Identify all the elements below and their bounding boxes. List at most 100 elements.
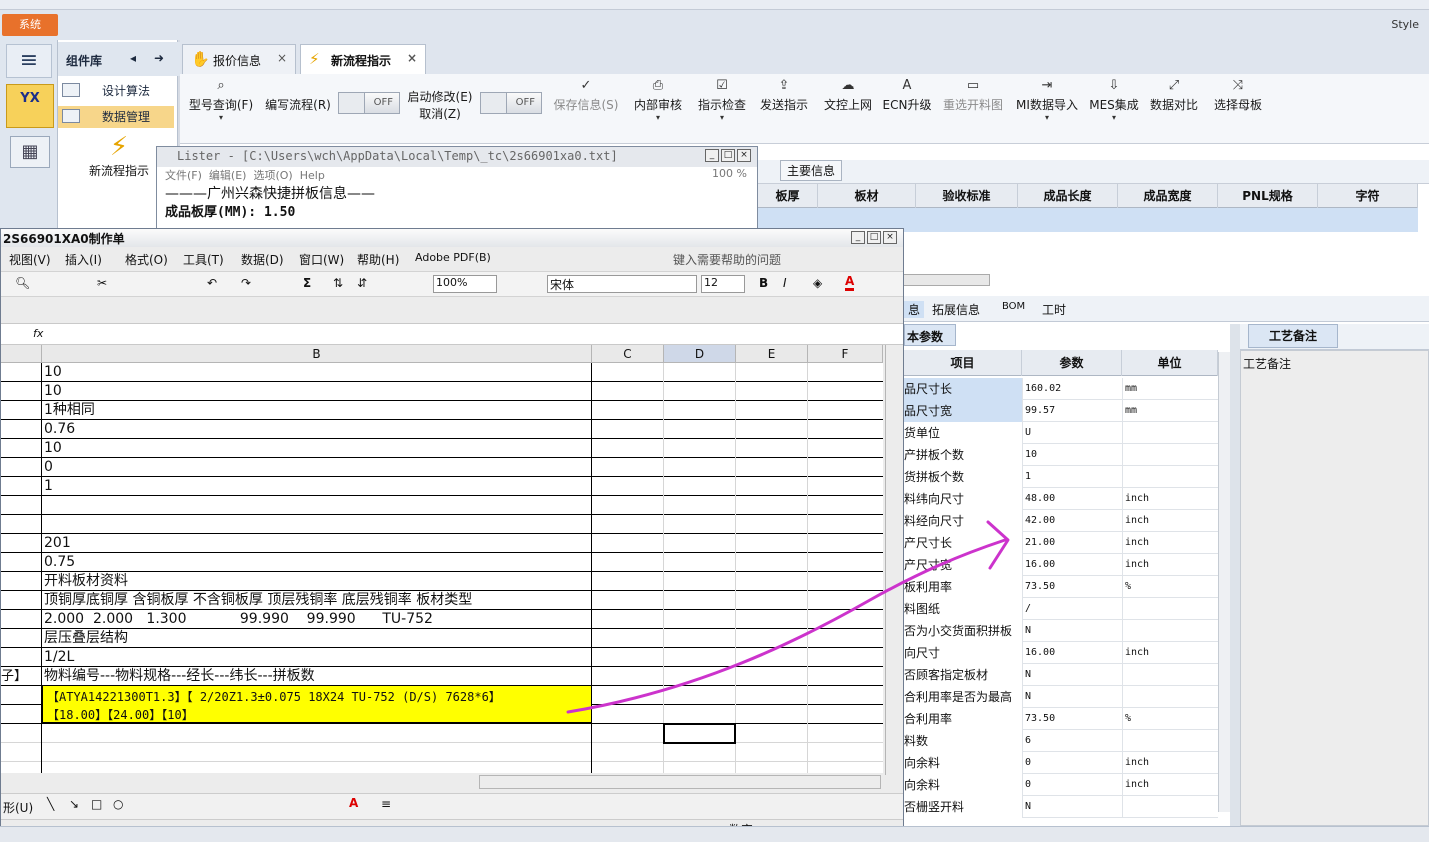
autoshape-menu[interactable]: 形(U) [3,799,33,816]
param-value[interactable]: 10 [1022,444,1122,466]
cell-b[interactable]: 开料板材资料 [42,572,592,591]
tab-quote-info[interactable]: ✋ 报价信息 × [182,44,296,74]
cell-b[interactable]: 201 [42,534,592,553]
column-header[interactable]: 参数 [1022,350,1122,376]
menu-view[interactable]: 视图(V) [9,251,51,268]
column-header-a[interactable] [1,345,42,363]
highlighted-material-cell[interactable]: 【ATYA14221300T1.3】【 2/20Z1.3±0.075 18X24… [42,685,592,723]
cells-c-to-f[interactable] [592,496,883,515]
close-icon[interactable]: × [883,231,897,244]
cell-b[interactable]: 0.76 [42,420,592,439]
print-preview-icon[interactable]: 🔍︎ [15,276,30,290]
cell-b[interactable]: 2.000 2.000 1.300 99.990 99.990 TU-752 [42,610,592,629]
param-unit[interactable] [1122,466,1218,488]
undo-icon[interactable]: ↶ [207,276,217,290]
param-unit[interactable]: inch [1122,488,1218,510]
cell-b[interactable]: 层压叠层结构 [42,629,592,648]
param-item[interactable]: 否栅竖开料 [904,796,1022,818]
main-info-label[interactable]: 主要信息 [780,160,843,181]
cells-c-to-f[interactable] [592,724,883,743]
cells-c-to-f[interactable] [592,477,883,496]
cells-c-to-f[interactable] [592,458,883,477]
param-item[interactable]: 向尺寸 [904,642,1022,664]
basic-params-tab[interactable]: 本参数 [904,324,956,346]
cells-c-to-f[interactable] [592,553,883,572]
param-unit[interactable]: % [1122,576,1218,598]
cell-a[interactable] [1,477,42,496]
param-unit[interactable] [1122,686,1218,708]
param-row[interactable]: 向尺寸 16.00 inch [904,642,1218,664]
column-header[interactable]: 字符 [1318,184,1418,208]
param-row[interactable]: 否栅竖开料 N [904,796,1218,818]
menu-window[interactable]: 窗口(W) [299,251,344,268]
param-item[interactable]: 向余料 [904,752,1022,774]
cell-a[interactable] [1,363,42,382]
cell-a[interactable] [1,591,42,610]
cells-c-to-f[interactable] [592,648,883,667]
param-row[interactable]: 向余料 0 inch [904,752,1218,774]
minimize-icon[interactable]: _ [705,149,719,162]
param-value[interactable]: 160.02 [1022,378,1122,400]
param-value[interactable]: 42.00 [1022,510,1122,532]
mi-import-button[interactable]: ⇥ MI数据导入 ▾ [1014,78,1080,131]
cell-a[interactable] [1,572,42,591]
cells-c-to-f[interactable] [592,401,883,420]
param-row[interactable]: 产尺寸长 21.00 inch [904,532,1218,554]
param-item[interactable]: 料图纸 [904,598,1022,620]
cells-c-to-f[interactable] [592,515,883,534]
param-value[interactable]: / [1022,598,1122,620]
cell-b[interactable] [42,496,592,515]
cell-a[interactable] [1,401,42,420]
font-select[interactable]: 宋体 [547,275,697,293]
param-item[interactable]: 产尺寸长 [904,532,1022,554]
param-unit[interactable]: inch [1122,554,1218,576]
param-item[interactable]: 品尺寸长 [904,378,1022,400]
cell-b[interactable]: 顶铜厚底铜厚 含铜板厚 不含铜板厚 顶层残铜率 底层残铜率 板材类型 [42,591,592,610]
param-value[interactable]: 73.50 [1022,708,1122,730]
cell-b[interactable]: 0 [42,458,592,477]
param-row[interactable]: 合利用率是否为最高 N [904,686,1218,708]
cells-c-to-f[interactable] [592,363,883,382]
param-row[interactable]: 料数 6 [904,730,1218,752]
cell-a[interactable] [1,762,42,773]
param-item[interactable]: 产拼板个数 [904,444,1022,466]
formula-bar[interactable]: fx [1,323,903,345]
param-row[interactable]: 货拼板个数 1 [904,466,1218,488]
cells-c-to-f[interactable] [592,705,883,724]
param-row[interactable]: 否顾客指定板材 N [904,664,1218,686]
cell-b[interactable]: 1 [42,477,592,496]
cell-a[interactable] [1,534,42,553]
param-row[interactable]: 合利用率 73.50% [904,708,1218,730]
close-icon[interactable]: × [737,149,751,162]
rectangle-icon[interactable]: □ [91,797,102,811]
column-header[interactable]: 验收标准 [916,184,1018,208]
param-value[interactable]: 16.00 [1022,554,1122,576]
excel-vertical-scrollbar[interactable] [885,345,901,775]
column-header-b[interactable]: B [42,345,592,363]
param-unit[interactable] [1122,730,1218,752]
cell-a[interactable] [1,496,42,515]
param-row[interactable]: 货单位 U [904,422,1218,444]
param-unit[interactable] [1122,796,1218,818]
line-style-icon[interactable]: ≡ [381,797,391,811]
lister-menu-edit[interactable]: 编辑(E) [209,169,247,182]
param-item[interactable]: 货单位 [904,422,1022,444]
cell-a[interactable] [1,610,42,629]
param-unit[interactable]: inch [1122,642,1218,664]
minimize-icon[interactable]: _ [851,231,865,244]
param-unit[interactable] [1122,422,1218,444]
cells-c-to-f[interactable] [592,591,883,610]
cut-icon[interactable]: ✂ [97,276,107,290]
font-color-icon[interactable]: A [845,274,855,291]
column-header[interactable]: 板材 [818,184,916,208]
close-icon[interactable]: × [277,51,287,65]
cell-b[interactable] [42,743,592,762]
cell-b[interactable]: 物料编号---物料规格---经长---纬长---拼板数 [42,667,592,686]
sort-asc-icon[interactable]: ⇅ [333,276,343,290]
param-item[interactable]: 品尺寸宽 [904,400,1022,422]
maximize-icon[interactable]: □ [867,231,881,244]
cells-c-to-f[interactable] [592,439,883,458]
write-flow-button[interactable]: 编写流程(R) [262,96,334,113]
pin-icon[interactable]: ➜ [154,51,164,65]
zoom-select[interactable]: 100% [433,275,497,293]
